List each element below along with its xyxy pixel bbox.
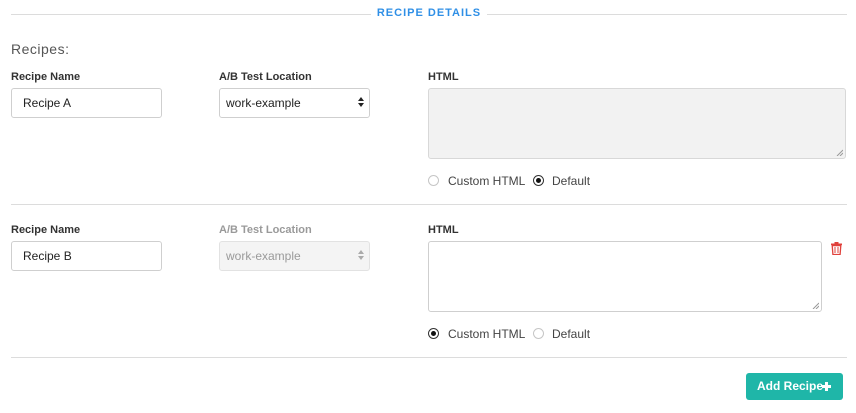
recipes-heading: Recipes: [11, 41, 70, 57]
recipe-divider [11, 204, 847, 205]
header-divider-right [487, 14, 847, 15]
radio-custom-html-label: Custom HTML [448, 174, 526, 188]
delete-recipe-icon[interactable] [831, 242, 842, 255]
recipe-name-label: Recipe Name [11, 224, 81, 236]
ab-location-label: A/B Test Location [219, 224, 312, 236]
radio-default[interactable] [533, 175, 544, 186]
resize-grip-icon[interactable] [812, 302, 819, 309]
add-recipe-label: Add Recipe [757, 379, 824, 393]
html-mode-radios: Custom HTML Default [428, 174, 628, 190]
radio-default[interactable] [533, 328, 544, 339]
radio-custom-html-label: Custom HTML [448, 327, 526, 341]
plus-icon [822, 382, 831, 391]
ab-location-value: work-example [226, 249, 301, 263]
ab-location-value: work-example [226, 96, 301, 110]
recipe-name-input[interactable] [11, 88, 162, 118]
header-divider-left [11, 14, 371, 15]
html-mode-radios: Custom HTML Default [428, 327, 628, 343]
radio-custom-html[interactable] [428, 175, 439, 186]
ab-location-select[interactable]: work-example [219, 88, 370, 118]
html-textarea[interactable] [428, 241, 822, 312]
radio-default-label: Default [552, 174, 591, 188]
recipe-name-label: Recipe Name [11, 71, 81, 83]
recipe-divider [11, 357, 847, 358]
resize-grip-icon [836, 149, 843, 156]
ab-location-label: A/B Test Location [219, 71, 312, 83]
html-label: HTML [428, 224, 459, 236]
ab-location-select: work-example [219, 241, 370, 271]
add-recipe-button[interactable]: Add Recipe [746, 373, 843, 400]
section-header: RECIPE DETAILS [11, 0, 847, 28]
radio-default-label: Default [552, 327, 591, 341]
select-arrows-icon [358, 250, 364, 260]
section-title: RECIPE DETAILS [376, 7, 482, 19]
radio-custom-html[interactable] [428, 328, 439, 339]
select-arrows-icon [358, 97, 364, 107]
html-textarea [428, 88, 846, 159]
html-label: HTML [428, 71, 459, 83]
recipe-name-input[interactable] [11, 241, 162, 271]
